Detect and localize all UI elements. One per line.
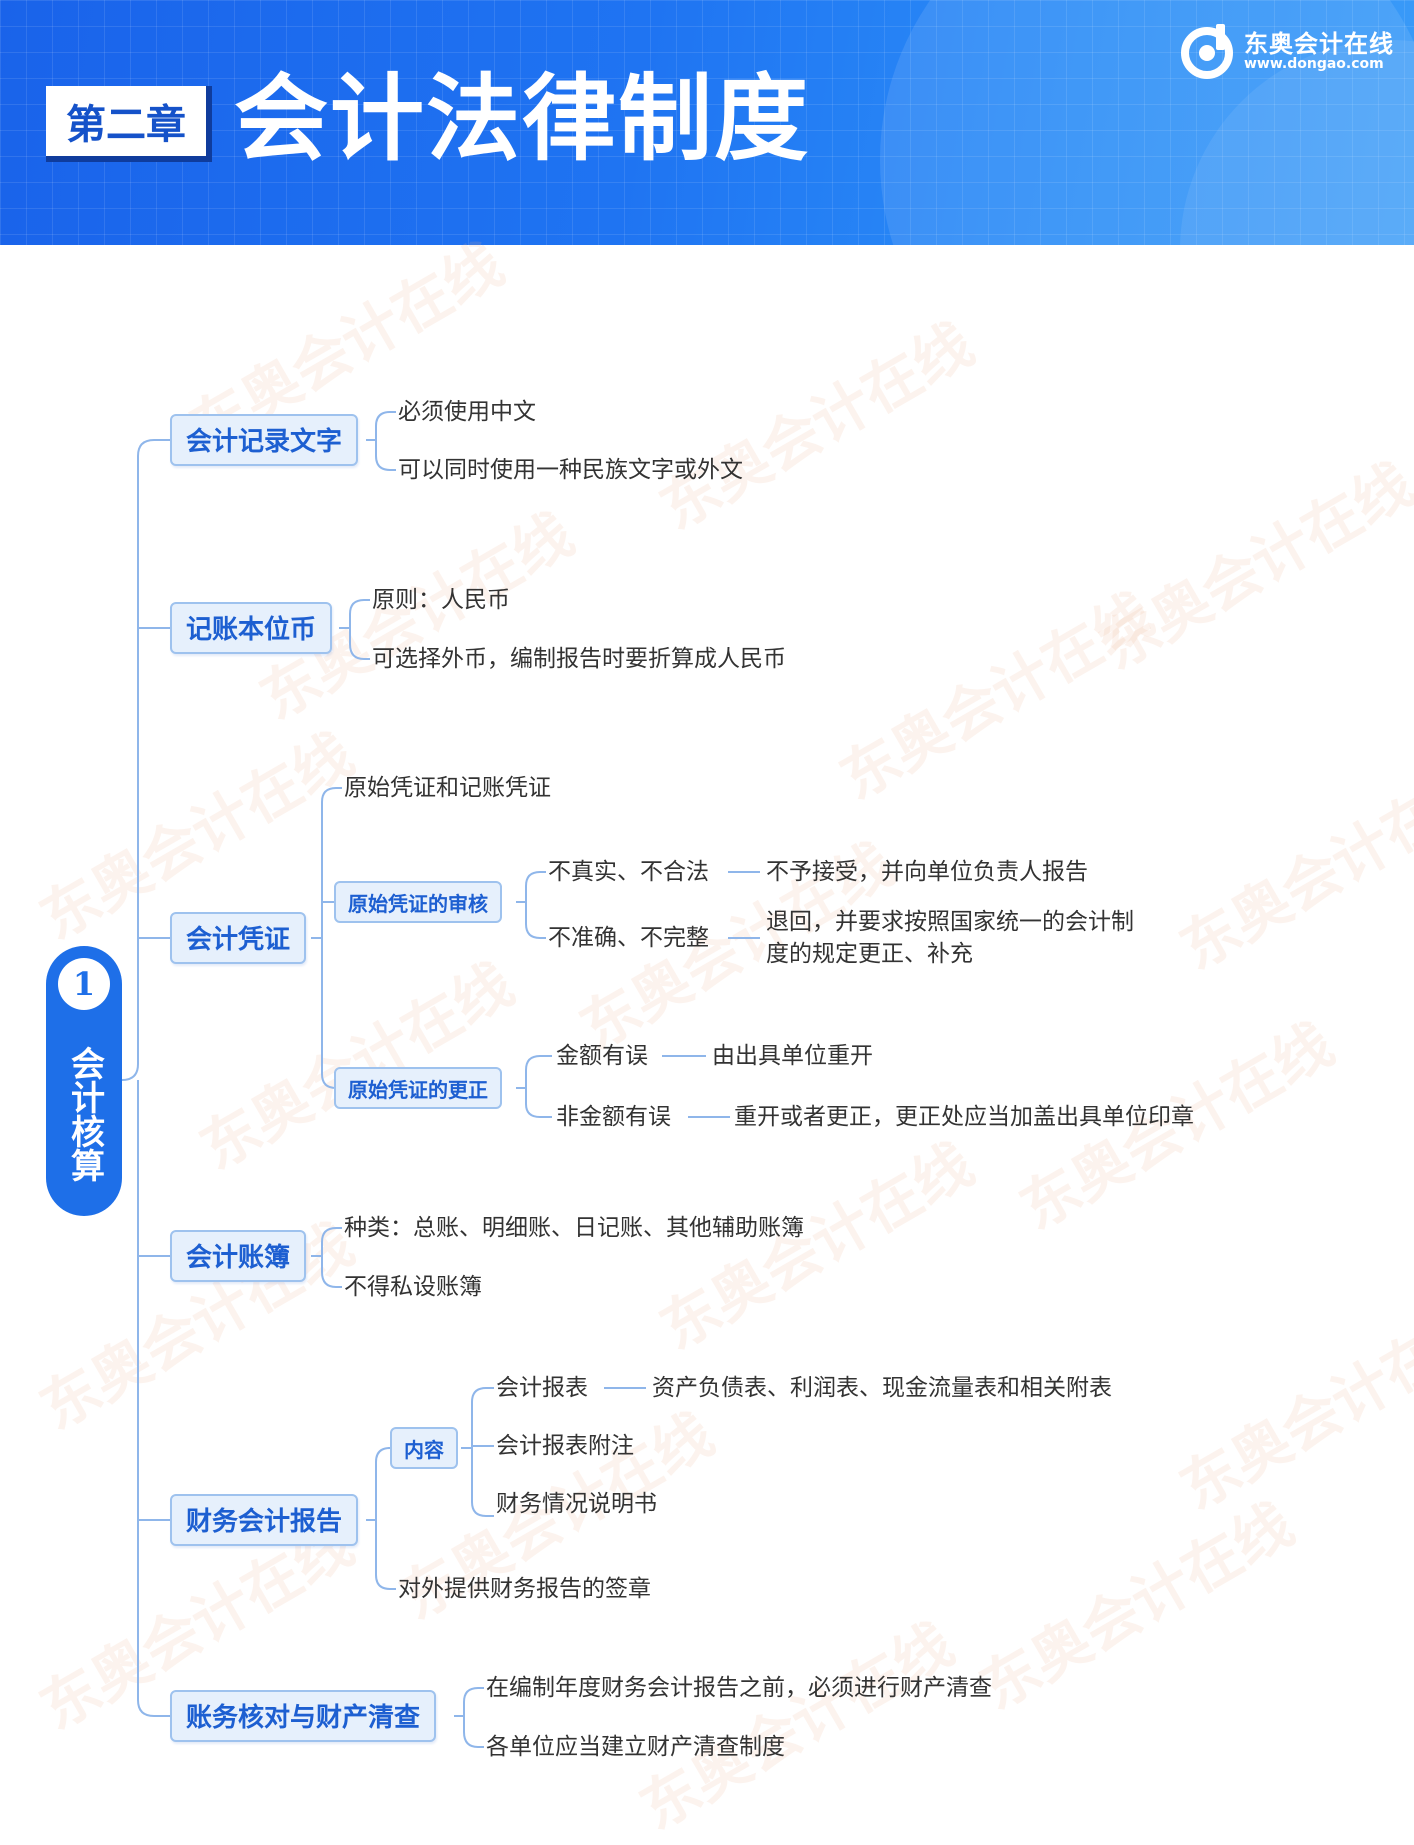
connector-line xyxy=(137,1080,170,1717)
root-number: 1 xyxy=(58,958,110,1010)
leaf-text: 可以同时使用一种民族文字或外文 xyxy=(398,457,743,483)
root-label: 会计核算 xyxy=(64,1046,105,1182)
branch-node-financial-report: 财务会计报告 xyxy=(170,1494,359,1546)
connector-line xyxy=(516,871,546,903)
leaf-text: 不真实、不合法 xyxy=(548,859,709,885)
leaf-text: 重开或者更正，更正处应当加盖出具单位印章 xyxy=(734,1104,1194,1130)
leaf-text: 会计报表 xyxy=(496,1375,588,1401)
leaf-text: 不予接受，并向单位负责人报告 xyxy=(766,859,1088,885)
leaf-text: 可选择外币，编制报告时要折算成人民币 xyxy=(372,646,786,672)
leaf-text: 非金额有误 xyxy=(556,1104,671,1130)
leaf-text: 不得私设账簿 xyxy=(344,1274,482,1300)
sub-node-voucher-correction: 原始凭证的更正 xyxy=(334,1067,502,1109)
connector-line xyxy=(375,1520,396,1590)
leaf-text: 种类：总账、明细账、日记账、其他辅助账簿 xyxy=(344,1215,804,1241)
leaf-text: 在编制年度财务会计报告之前，必须进行财产清查 xyxy=(486,1675,992,1701)
connector-line xyxy=(454,1687,484,1717)
connector-line xyxy=(516,1055,552,1089)
sub-node-voucher-audit: 原始凭证的审核 xyxy=(334,881,502,923)
connector-line xyxy=(311,1227,342,1257)
leaf-text: 原则：人民币 xyxy=(372,587,510,613)
connector-line xyxy=(525,1088,552,1118)
leaf-text: 退回，并要求按照国家统一的会计制度的规定更正、补充 xyxy=(766,909,1134,967)
sub-node-report-content: 内容 xyxy=(390,1427,458,1469)
leaf-text: 财务情况说明书 xyxy=(496,1491,657,1517)
leaf-text: 不准确、不完整 xyxy=(548,925,709,951)
leaf-text: 对外提供财务报告的签章 xyxy=(398,1576,651,1602)
leaf-text: 会计报表附注 xyxy=(496,1433,634,1459)
connector-line xyxy=(366,1447,391,1521)
connector-line xyxy=(375,440,396,471)
connector-line xyxy=(366,411,396,441)
leaf-text: 金额有误 xyxy=(556,1043,648,1069)
branch-node-accounting-vouchers: 会计凭证 xyxy=(170,912,307,964)
connector-line xyxy=(121,439,170,1081)
leaf-text: 资产负债表、利润表、现金流量表和相关附表 xyxy=(652,1375,1112,1401)
connector-line xyxy=(471,1448,494,1517)
leaf-text: 原始凭证和记账凭证 xyxy=(344,775,551,801)
connector-line xyxy=(339,599,370,629)
connector-line xyxy=(525,902,546,939)
branch-node-functional-currency: 记账本位币 xyxy=(170,602,333,654)
connector-line xyxy=(463,1716,484,1748)
connector-line xyxy=(461,1387,494,1449)
branch-node-reconciliation-inventory: 账务核对与财产清查 xyxy=(170,1690,437,1742)
leaf-text: 由出具单位重开 xyxy=(712,1043,873,1069)
leaf-text: 必须使用中文 xyxy=(398,399,536,425)
branch-node-account-books: 会计账簿 xyxy=(170,1230,307,1282)
root-node: 1 会计核算 xyxy=(46,946,122,1216)
connector-line xyxy=(321,1256,342,1288)
branch-node-accounting-language: 会计记录文字 xyxy=(170,414,359,466)
connector-line xyxy=(321,938,337,1089)
connector-line xyxy=(349,628,370,660)
leaf-text: 各单位应当建立财产清查制度 xyxy=(486,1734,785,1760)
